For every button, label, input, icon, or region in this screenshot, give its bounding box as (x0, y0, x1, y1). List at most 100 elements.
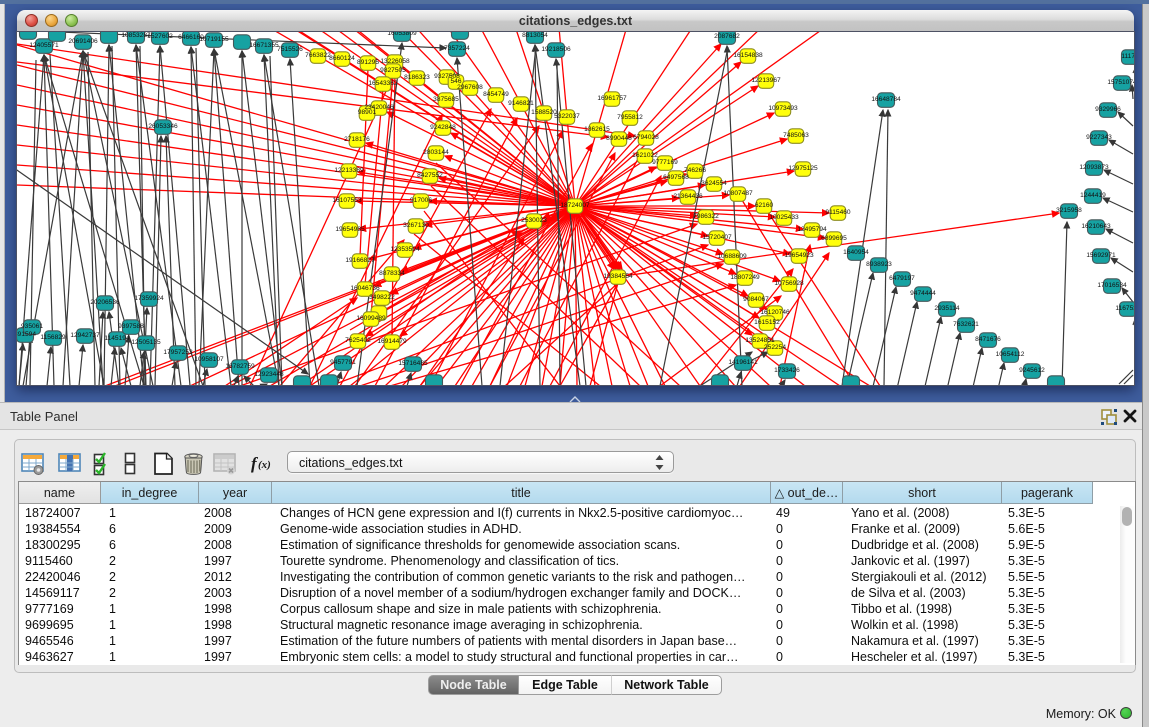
svg-text:8813054: 8813054 (522, 32, 548, 39)
svg-text:12495794: 12495794 (797, 226, 827, 233)
svg-text:15716485: 15716485 (398, 360, 428, 367)
svg-text:2087682: 2087682 (714, 33, 740, 40)
svg-text:16543362: 16543362 (368, 80, 398, 87)
svg-text:9457791: 9457791 (330, 359, 356, 366)
svg-text:6794028: 6794028 (633, 134, 659, 141)
svg-text:17359924: 17359924 (134, 295, 164, 302)
svg-text:7955812: 7955812 (617, 114, 643, 121)
svg-text:1167534: 1167534 (1115, 305, 1134, 312)
svg-text:9115460: 9115460 (825, 209, 851, 216)
svg-text:10025433: 10025433 (769, 214, 799, 221)
svg-text:20691406: 20691406 (68, 38, 98, 45)
svg-text:935061: 935061 (21, 323, 43, 330)
svg-text:3215958: 3215958 (1056, 207, 1082, 214)
svg-text:3498222: 3498222 (369, 294, 395, 301)
svg-text:13226058: 13226058 (380, 58, 410, 65)
svg-text:8878334: 8878334 (379, 270, 405, 277)
svg-text:9245612: 9245612 (1019, 367, 1045, 374)
svg-text:2803144: 2803144 (423, 149, 449, 156)
svg-text:16099489: 16099489 (356, 315, 386, 322)
svg-text:3875685: 3875685 (433, 96, 459, 103)
svg-text:14196141: 14196141 (728, 359, 758, 366)
svg-text:391594: 391594 (17, 331, 36, 338)
svg-text:15692971: 15692971 (1086, 252, 1116, 259)
svg-text:10688609: 10688609 (717, 253, 747, 260)
svg-text:16046736: 16046736 (350, 285, 380, 292)
svg-text:18807249: 18807249 (730, 274, 760, 281)
svg-text:18724007: 18724007 (560, 202, 590, 209)
svg-text:9474444: 9474444 (910, 290, 936, 297)
svg-text:1527602: 1527602 (147, 33, 173, 40)
svg-text:3624554: 3624554 (701, 180, 727, 187)
svg-text:6899695: 6899695 (821, 235, 847, 242)
svg-text:10719155: 10719155 (199, 36, 229, 43)
svg-text:12975125: 12975125 (788, 165, 818, 172)
svg-text:26053346: 26053346 (148, 123, 178, 130)
svg-text:98901: 98901 (358, 109, 377, 116)
svg-text:17957253: 17957253 (163, 349, 193, 356)
svg-text:1615152: 1615152 (754, 319, 780, 326)
svg-text:19384554: 19384554 (603, 273, 633, 280)
svg-text:6479197: 6479197 (889, 275, 915, 282)
svg-text:1244419: 1244419 (1080, 192, 1106, 199)
svg-text:8427552: 8427552 (417, 172, 443, 179)
svg-text:7515526: 7515526 (277, 46, 303, 53)
svg-text:12505135: 12505135 (131, 339, 161, 346)
svg-text:7632621: 7632621 (953, 321, 979, 328)
svg-text:12923448: 12923448 (254, 371, 284, 378)
svg-text:9827505: 9827505 (380, 67, 406, 74)
svg-text:252254: 252254 (764, 344, 786, 351)
svg-text:1362615: 1362615 (584, 126, 610, 133)
svg-text:2530023: 2530023 (521, 217, 547, 224)
svg-text:17016534: 17016534 (1097, 282, 1127, 289)
svg-text:12093873: 12093873 (1079, 164, 1109, 171)
svg-text:891295: 891295 (357, 59, 379, 66)
svg-text:2935114: 2935114 (934, 305, 960, 312)
svg-text:16053809: 16053809 (387, 32, 417, 37)
svg-text:21364436: 21364436 (673, 193, 703, 200)
svg-text:6497568: 6497568 (663, 174, 689, 181)
svg-text:917006: 917006 (410, 197, 432, 204)
svg-text:8186323: 8186323 (404, 74, 430, 81)
svg-text:20206536: 20206536 (90, 299, 120, 306)
svg-text:7485063: 7485063 (783, 132, 809, 139)
svg-text:16961757: 16961757 (597, 95, 627, 102)
svg-text:1621022: 1621022 (632, 152, 658, 159)
svg-text:12942737: 12942737 (70, 332, 100, 339)
svg-text:7986322: 7986322 (693, 213, 719, 220)
svg-text:7357224: 7357224 (444, 45, 470, 52)
svg-text:9397588: 9397588 (118, 323, 144, 330)
svg-text:12213389: 12213389 (334, 167, 364, 174)
svg-text:2967608: 2967608 (457, 84, 483, 91)
svg-text:1145194: 1145194 (104, 335, 130, 342)
svg-text:746266: 746266 (684, 167, 706, 174)
svg-text:15720407: 15720407 (702, 234, 732, 241)
svg-text:8454749: 8454749 (483, 91, 509, 98)
svg-text:10958107: 10958107 (194, 356, 224, 363)
svg-text:8660124: 8660124 (329, 55, 355, 62)
svg-text:7625402: 7625402 (345, 337, 371, 344)
svg-text:11172: 11172 (1121, 53, 1134, 60)
svg-text:8938923: 8938923 (866, 261, 892, 268)
svg-text:1156829: 1156829 (40, 334, 66, 341)
svg-text:16107553: 16107553 (332, 197, 362, 204)
svg-text:16671355: 16671355 (249, 42, 279, 49)
svg-text:8990448: 8990448 (606, 135, 632, 142)
svg-text:12405571: 12405571 (29, 42, 59, 49)
svg-text:(x): (x) (258, 459, 271, 471)
svg-text:9242848: 9242848 (430, 124, 456, 131)
svg-text:10756928: 10756928 (774, 280, 804, 287)
svg-text:10807487: 10807487 (723, 190, 753, 197)
svg-text:10973493: 10973493 (768, 105, 798, 112)
svg-text:9329966: 9329966 (1095, 106, 1121, 113)
svg-text:12353594: 12353594 (390, 246, 420, 253)
svg-text:16154838: 16154838 (733, 52, 763, 59)
svg-text:62160: 62160 (755, 202, 774, 209)
svg-text:15751074: 15751074 (1107, 79, 1134, 86)
svg-text:10654112: 10654112 (996, 351, 1025, 358)
svg-text:19166827: 19166827 (345, 257, 375, 264)
svg-text:13524851: 13524851 (745, 337, 775, 344)
svg-text:19654985: 19654985 (335, 226, 365, 233)
svg-text:19654923: 19654923 (784, 252, 814, 259)
svg-text:8471676: 8471676 (975, 336, 1001, 343)
